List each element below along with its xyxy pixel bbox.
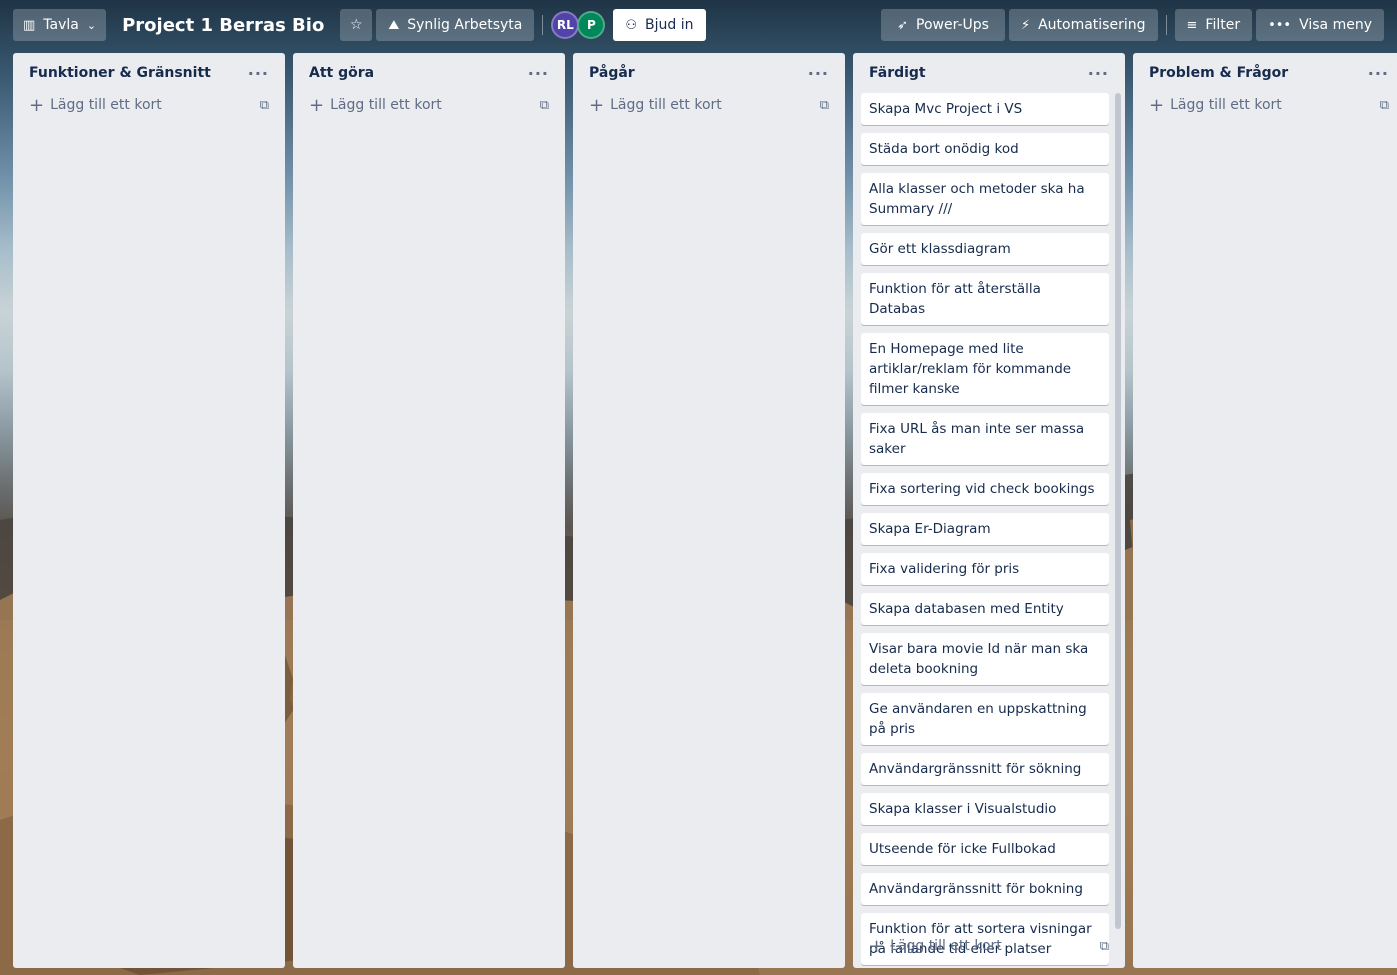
list-funktioner[interactable]: Funktioner & Gränsnitt ··· + Lägg till e… xyxy=(13,53,285,968)
add-card-button[interactable]: + Lägg till ett kort ⧉ xyxy=(21,87,277,123)
card[interactable]: Ge användaren en uppskattning på pris xyxy=(861,693,1109,745)
add-card-button[interactable]: + Lägg till ett kort ⧉ xyxy=(861,928,1117,964)
more-icon: ••• xyxy=(1268,17,1292,33)
automation-button[interactable]: ⚡ Automatisering xyxy=(1008,9,1158,41)
add-card-label: Lägg till ett kort xyxy=(50,97,162,113)
plus-icon: + xyxy=(309,94,325,116)
filter-icon: ≡ xyxy=(1186,17,1198,33)
list-title[interactable]: Pågår xyxy=(589,65,635,81)
card[interactable]: Utseende för icke Fullbokad xyxy=(861,833,1109,865)
add-card-label: Lägg till ett kort xyxy=(890,938,1002,954)
card[interactable]: Fixa validering för pris xyxy=(861,553,1109,585)
add-user-icon: ⚇ xyxy=(625,17,638,33)
workspace-visibility-button[interactable]: ⛰ Synlig Arbetsyta xyxy=(376,9,535,41)
add-card-label: Lägg till ett kort xyxy=(1170,97,1282,113)
add-card-button[interactable]: + Lägg till ett kort ⧉ xyxy=(581,87,837,123)
chevron-down-icon: ⌄ xyxy=(86,18,97,32)
list-att-gora[interactable]: Att göra ··· + Lägg till ett kort ⧉ xyxy=(293,53,565,968)
add-card-button[interactable]: + Lägg till ett kort ⧉ xyxy=(301,87,557,123)
powerups-label: Power-Ups xyxy=(916,17,989,33)
list-header: Färdigt ··· xyxy=(861,59,1117,87)
card[interactable]: Skapa databasen med Entity xyxy=(861,593,1109,625)
avatar[interactable]: P xyxy=(577,11,606,39)
automation-label: Automatisering xyxy=(1038,17,1146,33)
list-menu-icon[interactable]: ··· xyxy=(528,64,549,83)
plus-icon: + xyxy=(589,94,605,116)
board-lists: Funktioner & Gränsnitt ··· + Lägg till e… xyxy=(13,53,1397,968)
board-title[interactable]: Project 1 Berras Bio xyxy=(122,15,324,36)
view-label: Tavla xyxy=(43,17,79,33)
list-menu-icon[interactable]: ··· xyxy=(808,64,829,83)
add-card-label: Lägg till ett kort xyxy=(610,97,722,113)
list-pagar[interactable]: Pågår ··· + Lägg till ett kort ⧉ xyxy=(573,53,845,968)
card[interactable]: Fixa URL ås man inte ser massa saker xyxy=(861,413,1109,465)
show-menu-button[interactable]: ••• Visa meny xyxy=(1256,9,1384,41)
board-header: ▥ Tavla ⌄ Project 1 Berras Bio ☆ ⛰ Synli… xyxy=(0,0,1397,50)
list-title[interactable]: Att göra xyxy=(309,65,374,81)
list-fardigt[interactable]: Färdigt ··· Skapa Mvc Project i VS Städa … xyxy=(853,53,1125,968)
list-title[interactable]: Färdigt xyxy=(869,65,926,81)
card[interactable]: Alla klasser och metoder ska ha Summary … xyxy=(861,173,1109,225)
card[interactable]: Visar bara movie Id när man ska deleta b… xyxy=(861,633,1109,685)
card[interactable]: Fixa sortering vid check bookings xyxy=(861,473,1109,505)
list-menu-icon[interactable]: ··· xyxy=(1368,64,1389,83)
list-problem[interactable]: Problem & Frågor ··· + Lägg till ett kor… xyxy=(1133,53,1397,968)
list-header: Funktioner & Gränsnitt ··· xyxy=(21,59,277,87)
star-icon: ☆ xyxy=(350,17,363,33)
avatar[interactable]: RL xyxy=(551,11,580,39)
list-header: Pågår ··· xyxy=(581,59,837,87)
card-template-icon[interactable]: ⧉ xyxy=(1380,98,1389,113)
menu-label: Visa meny xyxy=(1299,17,1372,33)
card-template-icon[interactable]: ⧉ xyxy=(540,98,549,113)
filter-label: Filter xyxy=(1205,17,1241,33)
add-card-label: Lägg till ett kort xyxy=(330,97,442,113)
star-button[interactable]: ☆ xyxy=(340,9,373,41)
card[interactable]: En Homepage med lite artiklar/reklam för… xyxy=(861,333,1109,405)
view-switcher-button[interactable]: ▥ Tavla ⌄ xyxy=(13,9,107,41)
card[interactable]: Gör ett klassdiagram xyxy=(861,233,1109,265)
rocket-icon: ➶ xyxy=(897,17,909,33)
divider xyxy=(542,15,544,35)
card[interactable]: Skapa klasser i Visualstudio xyxy=(861,793,1109,825)
powerups-button[interactable]: ➶ Power-Ups xyxy=(881,9,1005,41)
list-title[interactable]: Problem & Frågor xyxy=(1149,65,1288,81)
card[interactable]: Användargränssnitt för sökning xyxy=(861,753,1109,785)
list-title[interactable]: Funktioner & Gränsnitt xyxy=(29,65,211,81)
card[interactable]: Skapa Mvc Project i VS xyxy=(861,93,1109,125)
card-template-icon[interactable]: ⧉ xyxy=(820,98,829,113)
board-icon: ▥ xyxy=(23,17,36,33)
add-card-button[interactable]: + Lägg till ett kort ⧉ xyxy=(1141,87,1397,123)
list-menu-icon[interactable]: ··· xyxy=(1088,64,1109,83)
lightning-icon: ⚡ xyxy=(1020,17,1031,33)
filter-button[interactable]: ≡ Filter xyxy=(1174,9,1253,41)
workspace-label: Synlig Arbetsyta xyxy=(407,17,523,33)
divider xyxy=(1165,15,1167,35)
invite-button[interactable]: ⚇ Bjud in xyxy=(613,9,706,41)
card-template-icon[interactable]: ⧉ xyxy=(1100,939,1109,954)
plus-icon: + xyxy=(29,94,45,116)
card-list: Skapa Mvc Project i VS Städa bort onödig … xyxy=(861,87,1117,965)
card[interactable]: Användargränssnitt för bokning xyxy=(861,873,1109,905)
plus-icon: + xyxy=(1149,94,1165,116)
list-header: Att göra ··· xyxy=(301,59,557,87)
plus-icon: + xyxy=(869,935,885,957)
member-list: RL P xyxy=(551,11,606,39)
card[interactable]: Skapa Er-Diagram xyxy=(861,513,1109,545)
list-menu-icon[interactable]: ··· xyxy=(248,64,269,83)
team-icon: ⛰ xyxy=(388,17,400,33)
card-template-icon[interactable]: ⧉ xyxy=(260,98,269,113)
list-scrollbar[interactable] xyxy=(1115,93,1121,929)
card[interactable]: Städa bort onödig kod xyxy=(861,133,1109,165)
invite-label: Bjud in xyxy=(645,17,694,33)
list-header: Problem & Frågor ··· xyxy=(1141,59,1397,87)
card[interactable]: Funktion för att återställa Databas xyxy=(861,273,1109,325)
